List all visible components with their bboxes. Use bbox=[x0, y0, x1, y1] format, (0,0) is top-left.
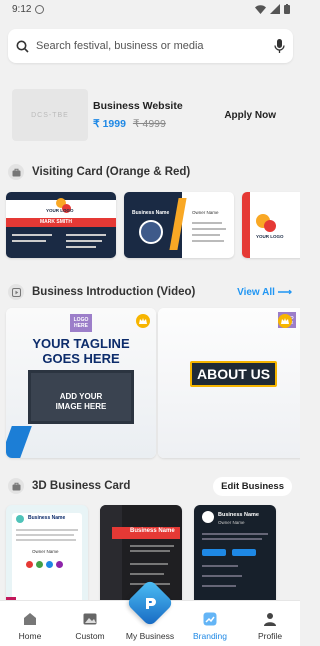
visiting-card-template[interactable]: YOUR LOGO bbox=[242, 192, 300, 258]
tagline-text: YOUR TAGLINE GOES HERE bbox=[6, 336, 156, 366]
bag-icon bbox=[8, 478, 24, 494]
business-intro-section-header: Business Introduction (Video) View All ⟶ bbox=[8, 282, 292, 302]
card-business-name: Business Name bbox=[28, 515, 66, 521]
3d-business-card-section-header: 3D Business Card Edit Business bbox=[8, 476, 292, 496]
nav-branding[interactable]: Branding bbox=[180, 611, 240, 641]
search-icon bbox=[16, 40, 29, 53]
nav-label: Home bbox=[18, 631, 42, 641]
nav-custom[interactable]: Custom bbox=[60, 611, 120, 641]
about-us-text: ABOUT US bbox=[190, 361, 278, 387]
image-placeholder-line: IMAGE HERE bbox=[55, 402, 107, 411]
3d-business-card-section-title: 3D Business Card bbox=[32, 480, 131, 492]
apply-now-button[interactable]: Apply Now bbox=[224, 110, 276, 121]
promo-thumbnail-text: DCS-TBE bbox=[31, 111, 69, 119]
promo-title: Business Website bbox=[93, 100, 183, 112]
search-input[interactable]: Search festival, business or media bbox=[36, 40, 274, 52]
promo-price: ₹ 1999 bbox=[93, 118, 126, 130]
microphone-icon[interactable] bbox=[274, 38, 285, 54]
notification-icon bbox=[35, 4, 45, 14]
video-template-card[interactable]: ABOUT US LOGO HERE bbox=[158, 308, 300, 458]
bag-icon bbox=[8, 164, 24, 180]
wifi-icon bbox=[255, 4, 266, 14]
image-placeholder-line: ADD YOUR bbox=[59, 392, 103, 401]
video-template-card[interactable]: LOGO HERE YOUR TAGLINE GOES HERE ADD YOU… bbox=[6, 308, 156, 458]
nav-label: Custom bbox=[75, 631, 105, 641]
search-bar[interactable]: Search festival, business or media bbox=[8, 29, 293, 63]
card-business-name: Business Name bbox=[218, 512, 259, 518]
card-owner-name: Owner Name bbox=[192, 210, 219, 215]
my-business-logo-icon bbox=[146, 598, 156, 609]
promo-old-price: ₹ 4999 bbox=[132, 118, 166, 130]
card-business-name: Business Name bbox=[130, 528, 175, 534]
premium-crown-icon bbox=[136, 314, 150, 328]
status-time: 9:12 bbox=[12, 3, 32, 15]
branding-icon bbox=[203, 612, 217, 626]
card-business-name: Business Name bbox=[132, 210, 170, 216]
visiting-card-section-title: Visiting Card (Orange & Red) bbox=[32, 166, 191, 178]
signal-icon bbox=[270, 4, 280, 14]
profile-icon bbox=[264, 613, 276, 626]
business-website-promo[interactable]: DCS-TBE Business Website ₹ 1999 ₹ 4999 A… bbox=[0, 80, 300, 150]
nav-label: Profile bbox=[257, 631, 283, 641]
nav-label: Branding bbox=[192, 631, 228, 641]
visiting-card-section-header: Visiting Card (Orange & Red) bbox=[8, 162, 292, 182]
promo-thumbnail: DCS-TBE bbox=[12, 89, 88, 141]
logo-text: YOUR LOGO bbox=[46, 208, 74, 213]
edit-business-button[interactable]: Edit Business bbox=[213, 476, 292, 496]
home-screen: 9:12 Search festival, business or media … bbox=[0, 0, 300, 646]
premium-crown-icon bbox=[278, 314, 292, 328]
image-placeholder-text: ADD YOUR IMAGE HERE bbox=[28, 392, 134, 412]
nav-profile[interactable]: Profile bbox=[240, 611, 300, 641]
tagline-line: GOES HERE bbox=[42, 351, 120, 366]
logo-placeholder: LOGO HERE bbox=[70, 314, 92, 332]
nav-home[interactable]: Home bbox=[0, 611, 60, 641]
play-icon bbox=[8, 284, 24, 300]
visiting-card-template[interactable]: Business Name Owner Name bbox=[124, 192, 234, 258]
logo-placeholder-text: HERE bbox=[74, 323, 88, 329]
3d-business-card-template[interactable]: Business Name Owner Name bbox=[194, 505, 276, 615]
battery-icon bbox=[284, 4, 290, 14]
visiting-card-row: YOUR LOGO MARK SMITH Business Name Owner… bbox=[6, 192, 300, 258]
view-all-link[interactable]: View All ⟶ bbox=[237, 287, 292, 298]
card-owner-name: Owner Name bbox=[32, 549, 59, 554]
3d-business-card-template[interactable]: Business Name Owner Name bbox=[6, 505, 88, 615]
tagline-line: YOUR TAGLINE bbox=[32, 336, 130, 351]
logo-text: YOUR LOGO bbox=[256, 234, 284, 239]
image-icon bbox=[83, 613, 97, 625]
status-bar: 9:12 bbox=[0, 0, 300, 18]
card-owner-name: Owner Name bbox=[218, 520, 245, 525]
business-intro-section-title: Business Introduction (Video) bbox=[32, 286, 196, 298]
home-icon bbox=[24, 613, 36, 625]
nav-label: My Business bbox=[125, 631, 175, 641]
visiting-card-template[interactable]: YOUR LOGO MARK SMITH bbox=[6, 192, 116, 258]
card-name-text: MARK SMITH bbox=[40, 219, 72, 225]
